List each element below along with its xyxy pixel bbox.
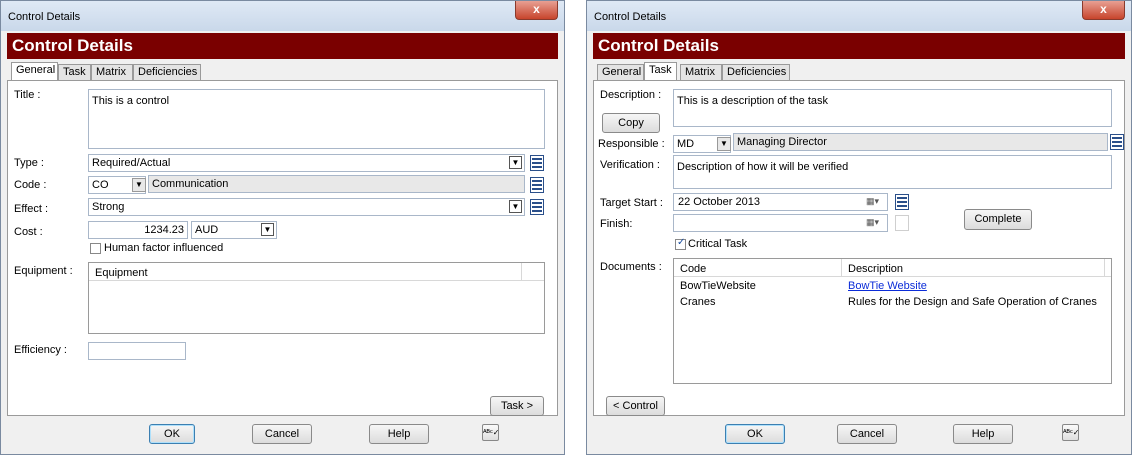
spellcheck-icon[interactable]: ᴬᴮᶜ✓	[1062, 424, 1079, 441]
window-title: Control Details	[594, 11, 667, 23]
control-details-window-task: Control Details x Control Details Genera…	[586, 0, 1132, 455]
chevron-down-icon[interactable]: ▼	[132, 178, 146, 192]
tab-general[interactable]: General	[597, 64, 644, 80]
description-field[interactable]: This is a description of the task	[673, 89, 1112, 127]
control-back-button[interactable]: < Control	[606, 396, 665, 416]
title-field[interactable]: This is a control	[88, 89, 545, 149]
cancel-button[interactable]: Cancel	[252, 424, 312, 444]
verification-label: Verification :	[600, 159, 660, 171]
equipment-label: Equipment :	[14, 265, 73, 277]
column-divider	[841, 259, 842, 277]
task-panel: Description : This is a description of t…	[593, 80, 1125, 416]
cost-input[interactable]: 1234.23	[88, 221, 188, 239]
list-picker-icon[interactable]	[1110, 134, 1124, 150]
equipment-grid[interactable]: Equipment	[88, 262, 545, 334]
dialog-footer: OK Cancel Help ᴬᴮᶜ✓	[587, 416, 1131, 454]
task-next-button[interactable]: Task >	[490, 396, 544, 416]
tab-task[interactable]: Task	[644, 62, 677, 80]
code-description: Communication	[148, 175, 525, 193]
title-bar: Control Details x	[587, 1, 1131, 31]
responsible-name: Managing Director	[733, 133, 1108, 151]
tab-matrix[interactable]: Matrix	[91, 64, 133, 80]
document-code: Cranes	[680, 296, 716, 308]
spellcheck-icon[interactable]: ᴬᴮᶜ✓	[482, 424, 499, 441]
column-divider	[1104, 259, 1105, 277]
column-divider	[521, 263, 522, 281]
list-picker-icon	[895, 215, 909, 231]
page-title: Control Details	[7, 33, 558, 59]
documents-label: Documents :	[600, 261, 662, 273]
effect-select[interactable]: Strong	[88, 198, 525, 216]
code-column-header[interactable]: Code	[680, 260, 706, 278]
chevron-down-icon[interactable]: ▼	[509, 156, 522, 169]
list-picker-icon[interactable]	[530, 199, 544, 215]
list-picker-icon[interactable]	[895, 194, 909, 210]
copy-button[interactable]: Copy	[602, 113, 660, 133]
critical-task-label: Critical Task	[688, 238, 748, 250]
tab-deficiencies[interactable]: Deficiencies	[722, 64, 790, 80]
responsible-label: Responsible :	[598, 138, 665, 150]
critical-task-checkbox[interactable]	[675, 237, 686, 250]
tab-task[interactable]: Task	[58, 64, 91, 80]
table-row[interactable]: Cranes Rules for the Design and Safe Ope…	[674, 294, 1111, 310]
equipment-column-header[interactable]: Equipment	[95, 264, 148, 282]
target-start-input[interactable]: 22 October 2013	[673, 193, 888, 211]
window-title: Control Details	[8, 11, 81, 23]
dialog-footer: OK Cancel Help ᴬᴮᶜ✓	[1, 416, 564, 454]
tab-deficiencies[interactable]: Deficiencies	[133, 64, 201, 80]
ok-button[interactable]: OK	[725, 424, 785, 444]
description-label: Description :	[600, 89, 662, 101]
verification-field[interactable]: Description of how it will be verified	[673, 155, 1112, 189]
type-select[interactable]: Required/Actual	[88, 154, 525, 172]
close-button[interactable]: x	[515, 1, 558, 20]
grid-header: Code Description	[674, 259, 1111, 277]
target-start-label: Target Start :	[600, 197, 663, 209]
tab-general[interactable]: General	[11, 62, 58, 80]
cost-label: Cost :	[14, 226, 43, 238]
page-title: Control Details	[593, 33, 1125, 59]
control-details-window-general: Control Details x Control Details Genera…	[0, 0, 565, 455]
document-description: Rules for the Design and Safe Operation …	[848, 296, 1097, 308]
calendar-icon[interactable]: ▦▾	[866, 217, 879, 228]
cancel-button[interactable]: Cancel	[837, 424, 897, 444]
complete-button[interactable]: Complete	[964, 209, 1032, 230]
documents-grid[interactable]: Code Description BowTieWebsite BowTie We…	[673, 258, 1112, 384]
title-bar: Control Details x	[1, 1, 564, 31]
close-button[interactable]: x	[1082, 1, 1125, 20]
tab-matrix[interactable]: Matrix	[680, 64, 722, 80]
title-label: Title :	[14, 89, 41, 101]
description-column-header[interactable]: Description	[848, 260, 903, 278]
effect-label: Effect :	[14, 203, 49, 215]
type-label: Type :	[14, 157, 44, 169]
list-picker-icon[interactable]	[530, 155, 544, 171]
help-button[interactable]: Help	[953, 424, 1013, 444]
chevron-down-icon[interactable]: ▼	[717, 137, 731, 151]
efficiency-input[interactable]	[88, 342, 186, 360]
chevron-down-icon[interactable]: ▼	[509, 200, 522, 213]
table-row[interactable]: BowTieWebsite BowTie Website	[674, 278, 1111, 294]
finish-label: Finish:	[600, 218, 633, 230]
ok-button[interactable]: OK	[149, 424, 195, 444]
calendar-icon[interactable]: ▦▾	[866, 196, 879, 207]
grid-header: Equipment	[89, 263, 544, 281]
help-button[interactable]: Help	[369, 424, 429, 444]
finish-input[interactable]	[673, 214, 888, 232]
code-label: Code :	[14, 179, 47, 191]
chevron-down-icon[interactable]: ▼	[261, 223, 274, 236]
human-factor-label: Human factor influenced	[104, 242, 224, 254]
human-factor-checkbox[interactable]	[90, 243, 101, 254]
general-panel: Title : This is a control Type : Require…	[7, 80, 558, 416]
list-picker-icon[interactable]	[530, 177, 544, 193]
efficiency-label: Efficiency :	[14, 344, 67, 356]
